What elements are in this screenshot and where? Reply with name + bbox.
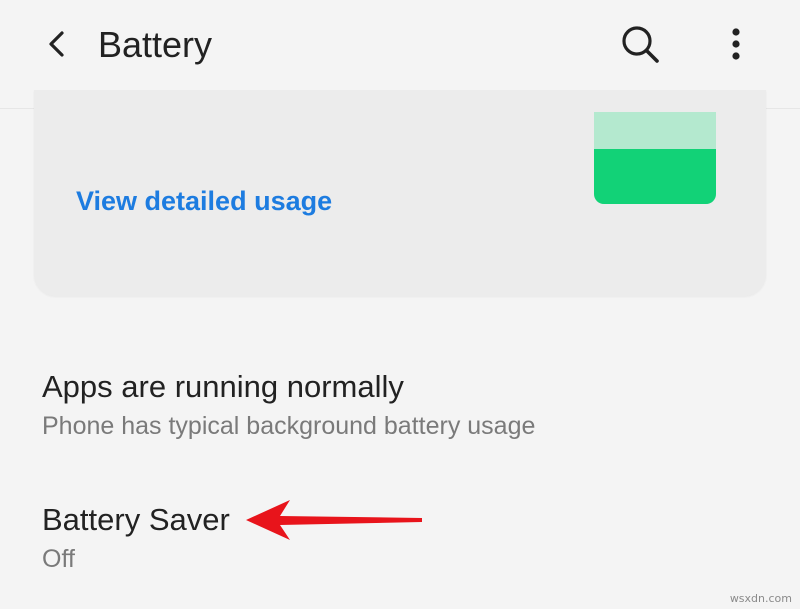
view-detailed-usage-link[interactable]: View detailed usage (76, 186, 332, 217)
battery-saver-title: Battery Saver (42, 502, 230, 537)
battery-saver-item[interactable]: Battery Saver Off (42, 501, 262, 575)
apps-status-title: Apps are running normally (42, 369, 404, 404)
battery-level-fill (594, 148, 716, 204)
arrow-back-icon (49, 31, 64, 57)
more-vert-icon (732, 28, 740, 60)
page-title: Battery (98, 24, 213, 65)
battery-usage-card: View detailed usage (34, 90, 766, 296)
battery-saver-status: Off (42, 545, 75, 573)
battery-level-graphic (594, 112, 716, 204)
search-button[interactable] (616, 20, 664, 68)
more-options-button[interactable] (716, 20, 756, 68)
back-button[interactable] (34, 22, 78, 66)
watermark: wsxdn.com (729, 592, 792, 605)
search-icon (622, 26, 659, 63)
apps-status-item: Apps are running normally Phone has typi… (42, 368, 662, 442)
red-arrow-annotation (246, 500, 422, 540)
apps-status-summary: Phone has typical background battery usa… (42, 412, 536, 440)
